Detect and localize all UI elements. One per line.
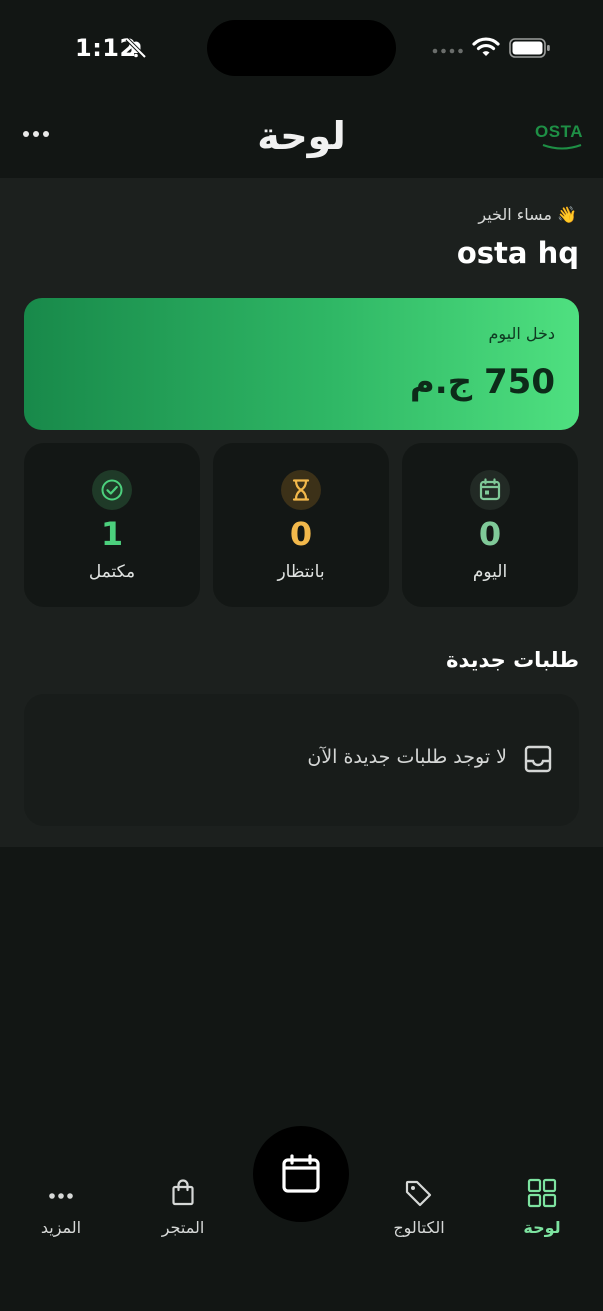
- nav-dashboard-label: لوحة: [523, 1218, 561, 1237]
- tag-icon: [405, 1180, 432, 1207]
- stat-today-value: 0: [478, 515, 502, 553]
- greeting-text: 👋 مساء الخير: [478, 205, 577, 224]
- app-header: لوحة OSTA: [0, 100, 603, 178]
- inbox-icon: [524, 745, 552, 773]
- income-label: دخل اليوم: [488, 324, 555, 343]
- nav-store-label: المتجر: [161, 1218, 205, 1237]
- bell-off-icon: [125, 37, 147, 59]
- dashboard-content: 👋 مساء الخير osta hq دخل اليوم 750 ج.م 1…: [0, 178, 603, 847]
- new-orders-empty-card: لا توجد طلبات جديدة الآن: [24, 694, 579, 826]
- calendar-icon: [470, 470, 510, 510]
- income-value: 750 ج.م: [409, 362, 555, 402]
- empty-orders-text: لا توجد طلبات جديدة الآن: [307, 746, 507, 768]
- stat-pending-card[interactable]: 0 بانتظار: [213, 443, 389, 607]
- user-name: osta hq: [456, 236, 579, 270]
- stat-completed-card[interactable]: 1 مكتمل: [24, 443, 200, 607]
- stat-completed-value: 1: [100, 515, 124, 553]
- wifi-icon: [472, 37, 500, 56]
- shopping-bag-icon: [172, 1179, 194, 1206]
- dynamic-island: [207, 20, 396, 76]
- today-income-card[interactable]: دخل اليوم 750 ج.م: [24, 298, 579, 430]
- battery-icon: [509, 38, 550, 58]
- nav-more-label: المزيد: [40, 1218, 82, 1237]
- more-icon: [49, 1193, 73, 1199]
- logo-swoosh: [542, 144, 582, 150]
- stat-today-label: اليوم: [472, 562, 508, 582]
- status-bar: 1:12: [0, 0, 603, 100]
- nav-store[interactable]: المتجر: [133, 1178, 233, 1248]
- nav-dashboard[interactable]: لوحة: [492, 1178, 592, 1248]
- new-orders-title: طلبات جديدة: [446, 648, 579, 672]
- stat-pending-value: 0: [289, 515, 313, 553]
- grid-icon: [527, 1178, 557, 1208]
- page-title: لوحة: [257, 114, 346, 158]
- stat-pending-label: بانتظار: [277, 562, 325, 582]
- osta-logo: OSTA: [535, 122, 583, 141]
- nav-more[interactable]: المزيد: [11, 1178, 111, 1248]
- hourglass-icon: [281, 470, 321, 510]
- check-circle-icon: [92, 470, 132, 510]
- nav-catalog-label: الكتالوج: [393, 1218, 445, 1237]
- signal-icon: [432, 48, 463, 54]
- calendar-icon: [282, 1154, 320, 1193]
- calendar-fab-button[interactable]: [253, 1126, 349, 1222]
- stat-today-card[interactable]: 0 اليوم: [402, 443, 578, 607]
- stat-completed-label: مكتمل: [88, 562, 136, 582]
- nav-catalog[interactable]: الكتالوج: [369, 1178, 469, 1248]
